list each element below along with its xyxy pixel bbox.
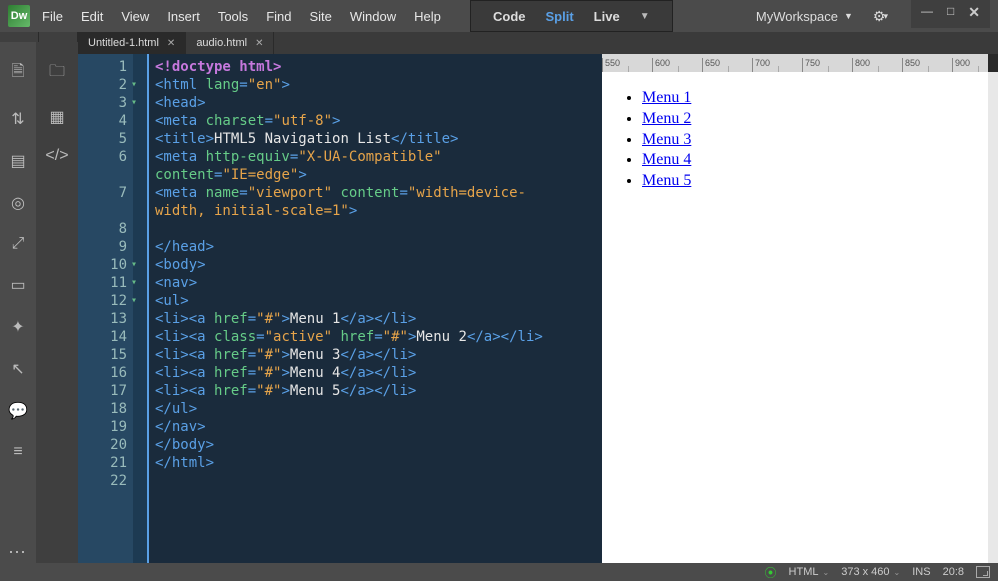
list-item: Menu 4: [642, 150, 988, 171]
chevron-down-icon: ▼: [844, 11, 853, 21]
workspace-selector[interactable]: MyWorkspace ▼ ⚙ ▾: [756, 0, 888, 32]
status-time: 20:8: [943, 566, 964, 578]
panel-strip: [0, 32, 78, 42]
window-controls: — □ ✕: [911, 0, 990, 28]
expand-icon[interactable]: ⤢: [12, 235, 25, 253]
preview-ruler: 550600650700750800850900950: [602, 54, 988, 72]
code-area[interactable]: <!doctype html><html lang="en"><head><me…: [147, 54, 602, 563]
list-item: Menu 3: [642, 130, 988, 151]
line-gutter: 12345678910111213141516171819202122: [78, 54, 133, 563]
files-icon[interactable]: 🗎: [12, 60, 25, 87]
maximize-button[interactable]: □: [947, 4, 954, 18]
menu-view[interactable]: View: [121, 9, 149, 24]
menu-tools[interactable]: Tools: [218, 9, 248, 24]
viewmode-split[interactable]: Split: [546, 9, 574, 24]
comment-icon[interactable]: 💬: [8, 401, 28, 421]
viewmode-live[interactable]: Live: [594, 9, 620, 24]
assets-icon[interactable]: ▦: [49, 107, 64, 127]
viewmode-code[interactable]: Code: [493, 9, 526, 24]
preview-menu-list: Menu 1 Menu 2 Menu 3 Menu 4 Menu 5: [642, 88, 988, 192]
tab-audio[interactable]: audio.html ✕: [186, 32, 274, 54]
menu-help[interactable]: Help: [414, 9, 441, 24]
manage-icon[interactable]: ▤: [10, 151, 25, 171]
close-icon[interactable]: ✕: [167, 38, 175, 49]
pointer-icon[interactable]: ↖: [11, 359, 24, 379]
chevron-down-icon: ▾: [883, 11, 888, 22]
preview-link[interactable]: Menu 2: [642, 110, 691, 127]
code-editor[interactable]: 12345678910111213141516171819202122 <!do…: [78, 54, 602, 563]
workspace-name: MyWorkspace: [756, 9, 838, 24]
close-button[interactable]: ✕: [968, 4, 980, 21]
status-bar: ⦿ HTML⌄ 373 x 460⌄ INS 20:8: [0, 563, 998, 581]
live-preview: Menu 1 Menu 2 Menu 3 Menu 4 Menu 5: [602, 72, 988, 563]
status-viewport-size[interactable]: 373 x 460⌄: [841, 566, 900, 578]
preview-link[interactable]: Menu 1: [642, 89, 691, 106]
preview-scrollbar[interactable]: [988, 72, 998, 563]
swap-icon[interactable]: ⇅: [11, 109, 24, 129]
list-item: Menu 5: [642, 171, 988, 192]
menu-edit[interactable]: Edit: [81, 9, 103, 24]
menu-file[interactable]: File: [42, 9, 63, 24]
resize-icon[interactable]: [976, 566, 990, 578]
preview-link[interactable]: Menu 4: [642, 151, 691, 168]
chevron-down-icon[interactable]: ▼: [640, 11, 650, 22]
preview-link[interactable]: Menu 3: [642, 131, 691, 148]
status-insert-mode[interactable]: INS: [912, 566, 930, 578]
list-item: Menu 2: [642, 109, 988, 130]
target-icon[interactable]: ◎: [11, 193, 25, 213]
code-icon[interactable]: </>: [45, 147, 68, 165]
tab-label: audio.html: [196, 37, 247, 49]
menu-insert[interactable]: Insert: [167, 9, 200, 24]
wand-icon[interactable]: ✦: [11, 317, 24, 337]
document-tab-bar: Untitled-1.html ✕ audio.html ✕: [78, 32, 998, 54]
status-ok-icon: ⦿: [765, 564, 777, 581]
preview-link[interactable]: Menu 5: [642, 172, 691, 189]
menu-window[interactable]: Window: [350, 9, 396, 24]
sitemap-icon[interactable]: 🗀: [49, 60, 65, 87]
more-icon[interactable]: ⋯: [8, 542, 28, 563]
tab-label: Untitled-1.html: [88, 37, 159, 49]
list-icon[interactable]: ≡: [13, 443, 22, 461]
close-icon[interactable]: ✕: [255, 38, 263, 49]
minimize-button[interactable]: —: [921, 4, 933, 18]
status-language[interactable]: HTML⌄: [789, 566, 830, 578]
tab-untitled-1[interactable]: Untitled-1.html ✕: [78, 32, 186, 54]
app-logo: Dw: [8, 5, 30, 27]
list-item: Menu 1: [642, 88, 988, 109]
dotted-box-icon[interactable]: ▭: [10, 275, 25, 295]
menu-find[interactable]: Find: [266, 9, 291, 24]
view-mode-switch: Code Split Live ▼: [470, 0, 673, 32]
tool-rail-primary: 🗎 ⇅ ▤ ◎ ⤢ ▭ ✦ ↖ 💬 ≡ ⋯: [0, 42, 36, 563]
tool-rail-secondary: 🗀 ▦ </>: [36, 42, 78, 563]
menu-site[interactable]: Site: [309, 9, 331, 24]
